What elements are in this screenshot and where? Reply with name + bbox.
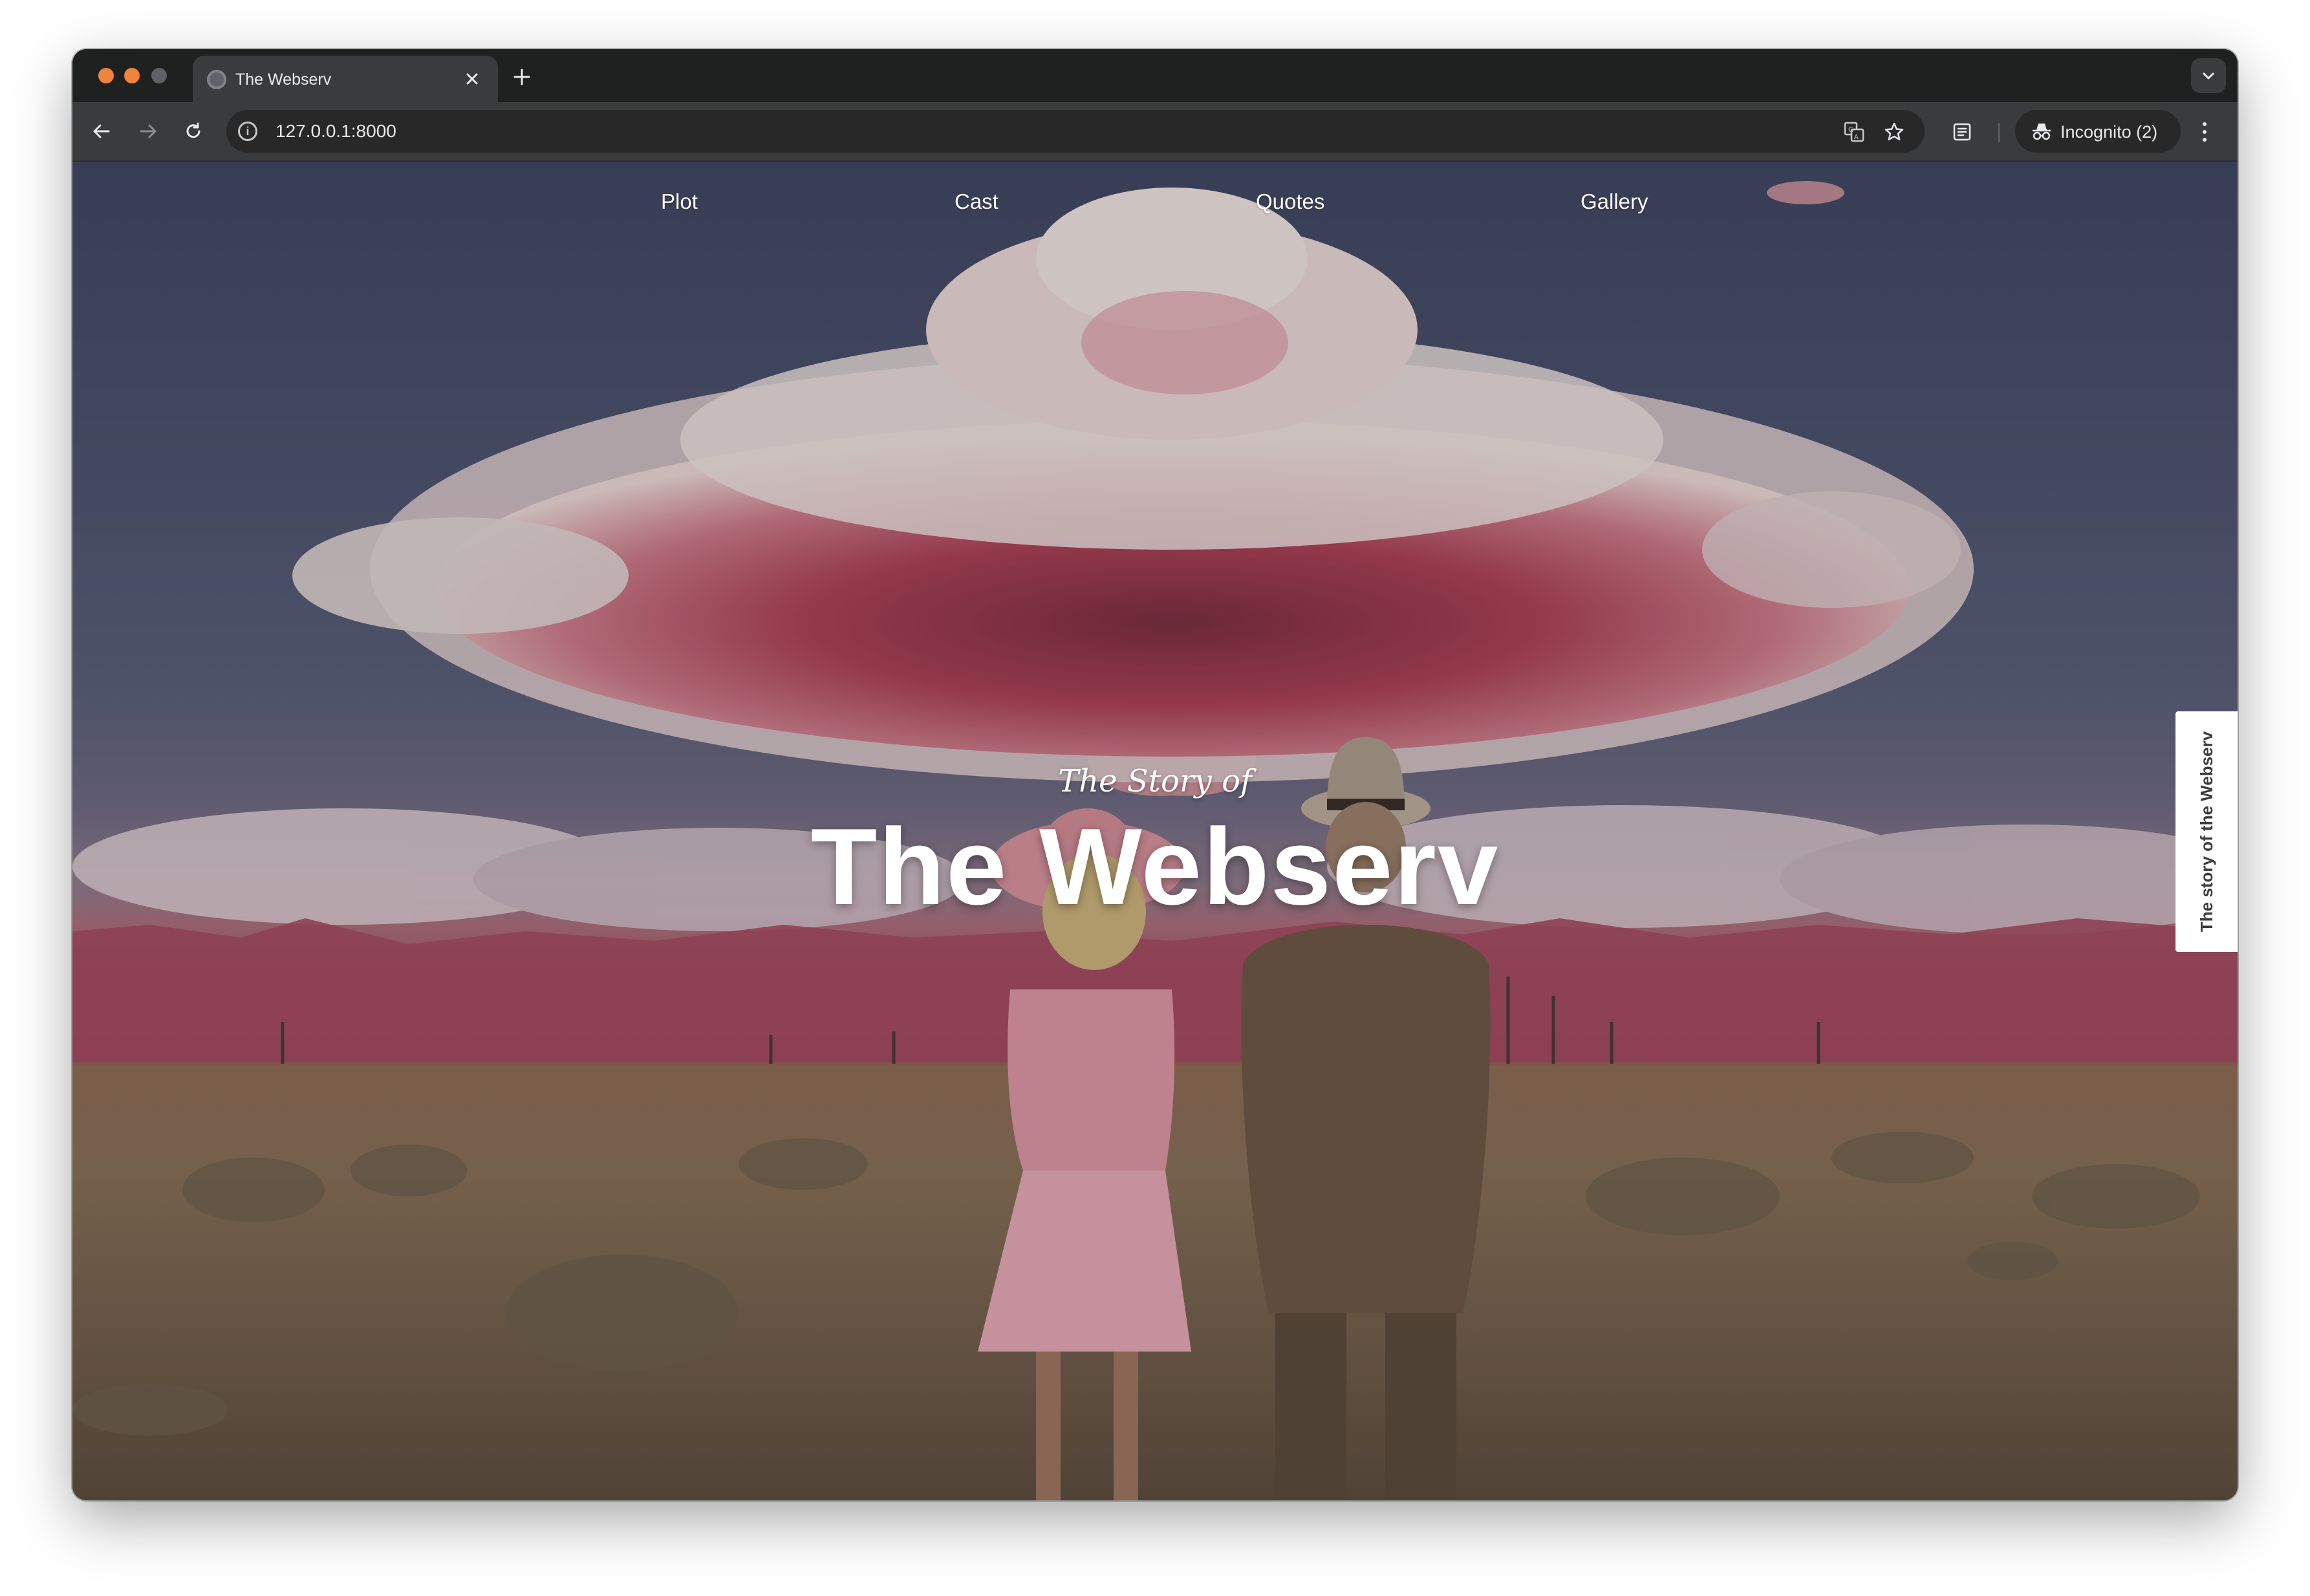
incognito-label: Incognito (2) — [2060, 122, 2158, 142]
browser-toolbar: i 127.0.0.1:8000 GA Incognito (2) — [72, 102, 2238, 162]
side-tab[interactable]: The story of the Webserv — [2175, 711, 2238, 952]
nav-link-gallery[interactable]: Gallery — [1581, 188, 1648, 216]
svg-text:G: G — [1848, 125, 1854, 134]
tab-strip: The Webserv — [72, 49, 2238, 102]
arrow-left-icon[interactable] — [85, 115, 118, 147]
site-nav: Plot Cast Quotes Gallery — [72, 188, 2238, 220]
browser-window: The Webserv i 127.0.0.1:8000 GA Incognit… — [72, 49, 2238, 1500]
kebab-menu-icon[interactable] — [2195, 116, 2214, 147]
plus-icon[interactable] — [506, 61, 538, 93]
globe-icon — [207, 70, 226, 89]
hero-subtitle: The Story of — [1058, 763, 1252, 799]
nav-link-cast[interactable]: Cast — [955, 188, 998, 216]
window-close-button[interactable] — [98, 68, 114, 83]
window-minimize-button[interactable] — [124, 68, 140, 83]
reload-icon[interactable] — [177, 115, 210, 147]
address-bar[interactable]: i 127.0.0.1:8000 GA — [226, 110, 1925, 153]
star-icon[interactable] — [1882, 120, 1906, 144]
info-icon[interactable]: i — [238, 122, 257, 141]
page-viewport: Plot Cast Quotes Gallery The Story of Th… — [72, 162, 2238, 1500]
incognito-button[interactable]: Incognito (2) — [2015, 110, 2181, 153]
hero-title: The Webserv — [810, 806, 1500, 927]
nav-link-quotes[interactable]: Quotes — [1256, 188, 1324, 216]
side-tab-label: The story of the Webserv — [2197, 731, 2216, 933]
window-maximize-button[interactable] — [151, 68, 167, 83]
url-text[interactable]: 127.0.0.1:8000 — [275, 120, 396, 142]
browser-tab[interactable]: The Webserv — [193, 56, 498, 102]
svg-text:A: A — [1854, 134, 1859, 141]
tab-title: The Webserv — [235, 70, 332, 89]
arrow-right-icon[interactable] — [132, 115, 164, 147]
incognito-icon — [2032, 124, 2051, 140]
translate-icon[interactable]: GA — [1842, 120, 1866, 144]
chevron-down-icon[interactable] — [2191, 58, 2226, 93]
nav-link-plot[interactable]: Plot — [661, 188, 698, 216]
reading-list-icon[interactable] — [1948, 118, 1976, 146]
close-icon[interactable] — [460, 67, 484, 91]
toolbar-divider — [1998, 123, 2000, 142]
